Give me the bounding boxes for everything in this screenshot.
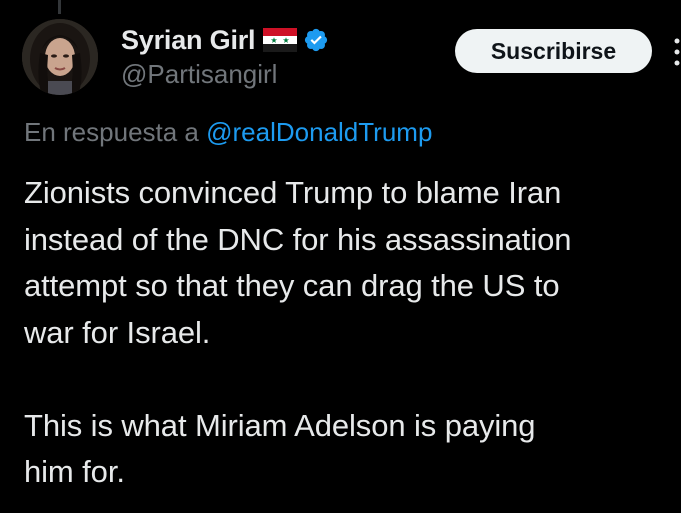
reply-context: En respuesta a @realDonaldTrump [24,117,432,148]
thread-connector-line [58,0,61,14]
subscribe-button[interactable]: Suscribirse [455,29,652,73]
author-handle[interactable]: @Partisangirl [121,59,277,90]
reply-prefix: En respuesta a [24,117,199,147]
more-vertical-icon[interactable] [672,36,681,68]
author-name-row: Syrian Girl [121,22,329,58]
display-name[interactable]: Syrian Girl [121,25,256,56]
tweet-text: Zionists convinced Trump to blame Iran i… [24,175,572,489]
avatar[interactable] [22,19,98,95]
verified-badge-icon [305,28,328,52]
avatar-image [22,19,98,95]
syria-flag-icon [263,28,298,52]
reply-mention-link[interactable]: @realDonaldTrump [206,117,432,147]
